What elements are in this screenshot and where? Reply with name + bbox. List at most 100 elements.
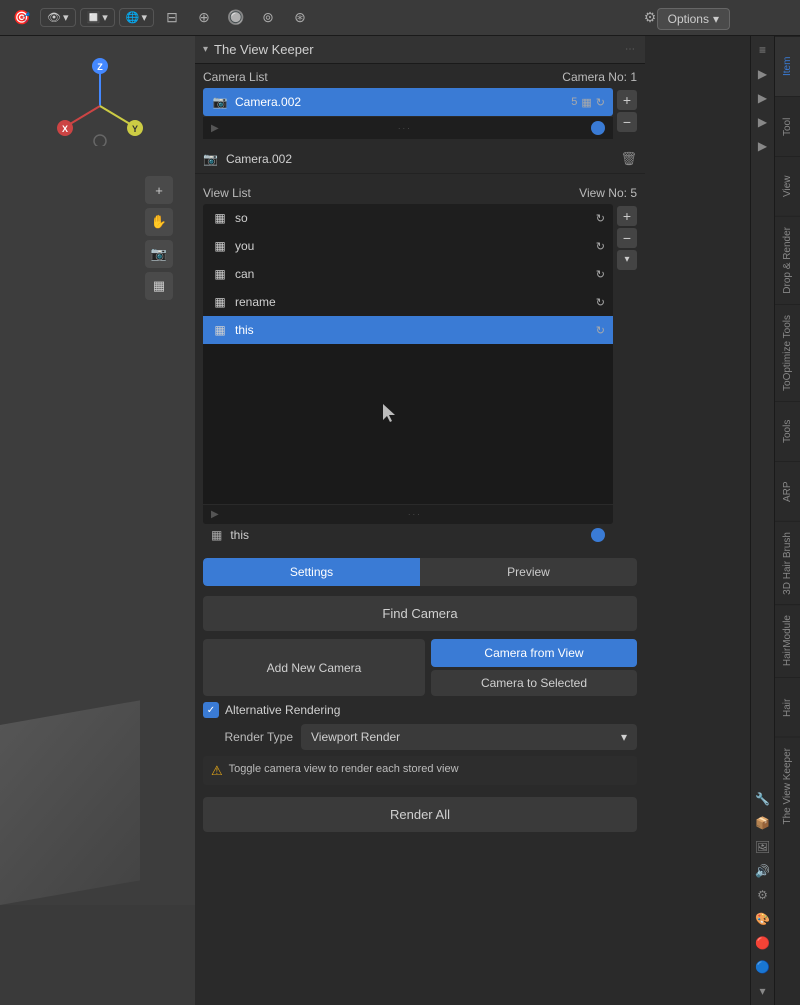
vtab-tooptimize[interactable]: ToOptimize Tools <box>775 304 800 401</box>
camera-list-header: Camera List Camera No: 1 <box>203 70 637 84</box>
gizmo-dropdown[interactable]: 🌐▾ <box>119 8 154 27</box>
alt-rendering-row: ✓ Alternative Rendering <box>203 702 637 718</box>
view-icon-you: ▦ <box>211 237 229 255</box>
camera-trash-icon[interactable]: 🗑 <box>620 151 637 167</box>
settings-tab[interactable]: Settings <box>203 558 420 586</box>
vtab-view-keeper[interactable]: The View Keeper <box>775 737 800 835</box>
vtab-arp[interactable]: ARP <box>775 461 800 521</box>
view-more-button[interactable]: ▾ <box>617 250 637 270</box>
view-refresh-so[interactable]: ↻ <box>596 212 605 225</box>
far-right-icon-tools-2[interactable]: 📦 <box>753 813 773 833</box>
warning-row: ⚠ Toggle camera view to render each stor… <box>203 756 637 785</box>
view-add-button[interactable]: + <box>617 206 637 226</box>
preview-tab[interactable]: Preview <box>420 558 637 586</box>
view-no-display: View No: 5 <box>579 186 637 200</box>
viewport-area: Z X Y + ✋ 📷 ▦ <box>0 36 195 1005</box>
view-refresh-you[interactable]: ↻ <box>596 240 605 253</box>
camera-refresh-icon[interactable]: ↻ <box>596 96 605 109</box>
add-new-camera-button[interactable]: Add New Camera <box>203 639 425 696</box>
view-refresh-can[interactable]: ↻ <box>596 268 605 281</box>
far-right-icon-5[interactable]: ▶ <box>753 136 773 156</box>
view-list-section: View List View No: 5 ▦ so ↻ ▦ you <box>195 180 645 552</box>
view-name-can: can <box>235 267 590 281</box>
far-right-icon-tools-8[interactable]: 🔵 <box>753 957 773 977</box>
view-name-this: this <box>235 323 590 337</box>
far-right-chevron-bottom[interactable]: ▾ <box>753 981 773 1001</box>
view-list-item-you[interactable]: ▦ you ↻ <box>203 232 613 260</box>
view-icon-this: ▦ <box>211 321 229 339</box>
camera-tool[interactable]: 📷 <box>145 240 173 268</box>
axis-gizmo: Z X Y <box>50 56 150 146</box>
far-right-icon-tools-5[interactable]: ⚙ <box>753 885 773 905</box>
view-icon-can: ▦ <box>211 265 229 283</box>
options-button[interactable]: Options ▾ <box>657 8 730 30</box>
far-right-icon-tools-3[interactable]: 🖼 <box>753 837 773 857</box>
far-right-icon-tools-4[interactable]: 🔊 <box>753 861 773 881</box>
view-list-item-this[interactable]: ▦ this ↻ <box>203 316 613 344</box>
vtab-3d-hair-brush[interactable]: 3D Hair Brush <box>775 521 800 605</box>
camera-remove-button[interactable]: − <box>617 112 637 132</box>
far-right-icon-2[interactable]: ▶ <box>753 64 773 84</box>
far-right-icon-tools-1[interactable]: 🔧 <box>753 789 773 809</box>
render-type-value: Viewport Render <box>311 730 400 744</box>
vtab-view[interactable]: View <box>775 156 800 216</box>
view-list-item-rename[interactable]: ▦ rename ↻ <box>203 288 613 316</box>
panel-collapse-icon[interactable]: ▾ <box>203 44 208 55</box>
camera-list-container: 📷 Camera.002 5 ▦ ↻ <box>203 88 613 116</box>
toolbar-icon-4[interactable]: 🔘 <box>222 4 250 32</box>
vtab-drop-render[interactable]: Drop & Render <box>775 216 800 304</box>
camera-list-item[interactable]: 📷 Camera.002 5 ▦ ↻ <box>203 88 613 116</box>
render-type-select[interactable]: Viewport Render ▾ <box>301 724 637 750</box>
viewport-shading-dropdown[interactable]: 👁▾ <box>40 8 76 27</box>
hand-tool[interactable]: ✋ <box>145 208 173 236</box>
view-scroll-arrow: ▶ <box>211 509 219 520</box>
viewport-overlay-dropdown[interactable]: 🔲▾ <box>80 8 115 27</box>
camera-from-view-button[interactable]: Camera from View <box>431 639 637 667</box>
settings-preview-tabs: Settings Preview <box>203 558 637 586</box>
vtab-item[interactable]: Item <box>775 36 800 96</box>
far-right-icon-tools-7[interactable]: 🔴 <box>753 933 773 953</box>
toolbar-icon-1[interactable]: 🎯 <box>8 4 36 32</box>
grid-tool[interactable]: ▦ <box>145 272 173 300</box>
camera-single-name: Camera.002 <box>226 152 613 166</box>
view-list-item-so[interactable]: ▦ so ↻ <box>203 204 613 232</box>
camera-list-main: 📷 Camera.002 5 ▦ ↻ ▶ ··· <box>203 88 613 139</box>
view-name-rename: rename <box>235 295 590 309</box>
camera-grid-icon[interactable]: ▦ <box>581 96 591 109</box>
view-name-you: you <box>235 239 590 253</box>
camera-to-selected-button[interactable]: Camera to Selected <box>431 670 637 696</box>
toolbar-icon-2[interactable]: ⊟ <box>158 4 186 32</box>
camera-add-button[interactable]: + <box>617 90 637 110</box>
view-refresh-rename[interactable]: ↻ <box>596 296 605 309</box>
left-tools: + ✋ 📷 ▦ <box>145 176 173 300</box>
zoom-in-tool[interactable]: + <box>145 176 173 204</box>
view-list-label: View List <box>203 186 251 200</box>
vtab-hairmodule[interactable]: HairModule <box>775 604 800 676</box>
panel-title: The View Keeper <box>214 42 619 57</box>
camera-scroll-row: ▶ ··· <box>203 116 613 139</box>
warning-text: Toggle camera view to render each stored… <box>229 762 459 777</box>
panel-dots: ⋯ <box>625 44 637 55</box>
toolbar-icon-5[interactable]: ⊚ <box>254 4 282 32</box>
camera-single-icon: 📷 <box>203 152 218 166</box>
cursor-indicator <box>383 404 399 427</box>
view-icon-so: ▦ <box>211 209 229 227</box>
vtab-hair[interactable]: Hair <box>775 677 800 737</box>
alt-rendering-checkbox[interactable]: ✓ <box>203 702 219 718</box>
find-camera-button[interactable]: Find Camera <box>203 596 637 631</box>
view-remove-button[interactable]: − <box>617 228 637 248</box>
view-list-with-controls: ▦ so ↻ ▦ you ↻ ▦ can ↻ <box>203 204 637 546</box>
vtab-tools[interactable]: Tools <box>775 401 800 461</box>
toolbar-icon-6[interactable]: ⊛ <box>286 4 314 32</box>
far-right-icon-1[interactable]: ≡ <box>753 40 773 60</box>
right-tabs-panel: Item Tool View Drop & Render ToOptimize … <box>774 36 800 1005</box>
far-right-icon-tools-6[interactable]: 🎨 <box>753 909 773 929</box>
far-right-icon-4[interactable]: ▶ <box>753 112 773 132</box>
render-all-button[interactable]: Render All <box>203 797 637 832</box>
vtab-tool[interactable]: Tool <box>775 96 800 156</box>
view-list-item-can[interactable]: ▦ can ↻ <box>203 260 613 288</box>
toolbar-icon-3[interactable]: ⊕ <box>190 4 218 32</box>
far-right-icon-3[interactable]: ▶ <box>753 88 773 108</box>
view-refresh-this[interactable]: ↻ <box>596 324 605 337</box>
view-icon-rename: ▦ <box>211 293 229 311</box>
